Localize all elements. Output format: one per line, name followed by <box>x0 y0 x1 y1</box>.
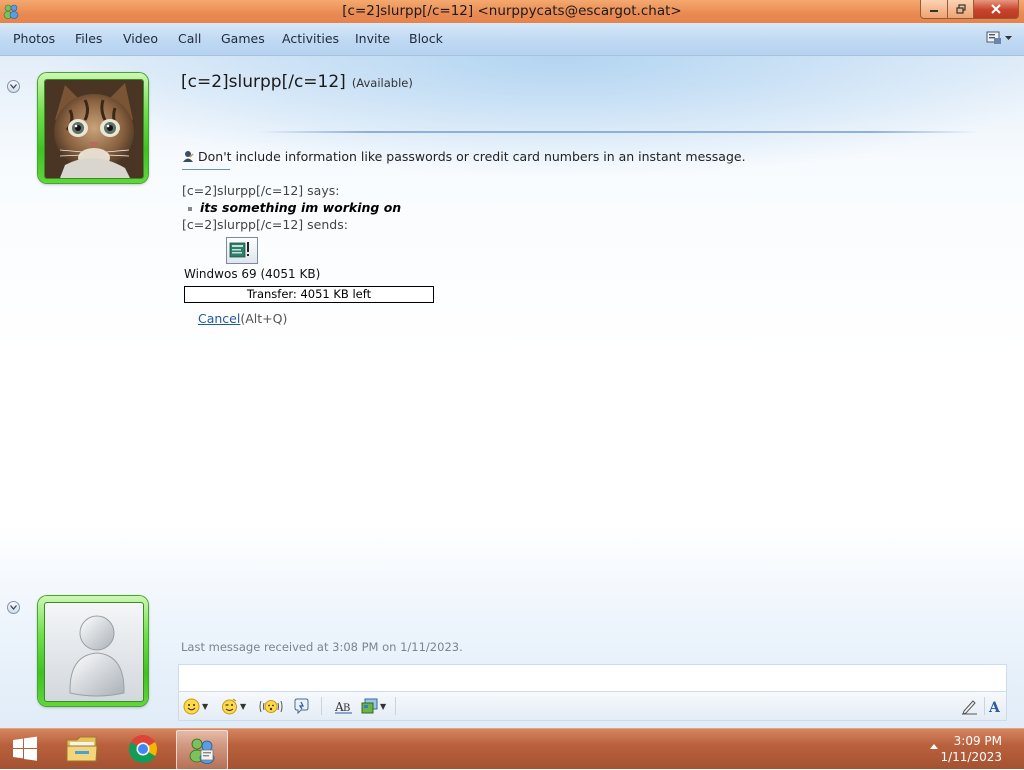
background-icon <box>361 698 378 713</box>
wink-icon <box>222 698 237 714</box>
show-menu-button[interactable] <box>986 31 1012 45</box>
restore-button[interactable] <box>948 0 974 19</box>
cancel-shortcut: (Alt+Q) <box>240 311 288 326</box>
voice-clip-icon <box>294 698 309 714</box>
menu-bar: Photos Files Video Call Games Activities… <box>0 23 1024 56</box>
messenger-icon <box>189 738 215 764</box>
handwriting-icon <box>962 699 977 715</box>
clock-time: 3:09 PM <box>953 734 1002 748</box>
title-bar[interactable]: [c=2]slurpp[/c=12] <nurppycats@escargot.… <box>0 0 1024 23</box>
message-body: its something im working on <box>200 200 402 215</box>
folder-icon <box>66 736 98 762</box>
minimize-button[interactable] <box>920 0 948 19</box>
windows-logo-icon <box>13 736 37 761</box>
svg-text:A: A <box>988 700 1001 715</box>
header-divider <box>258 131 978 133</box>
file-thumbnail-icon <box>229 242 249 258</box>
clock-date: 1/11/2023 <box>940 750 1002 764</box>
chevron-down-icon <box>10 605 17 610</box>
toolbar-separator <box>321 697 322 715</box>
file-sender-label: [c=2]slurpp[/c=12] sends: <box>182 217 348 232</box>
cancel-link[interactable]: Cancel <box>198 311 240 326</box>
file-icon[interactable] <box>226 237 258 264</box>
window-title: [c=2]slurpp[/c=12] <nurppycats@escargot.… <box>342 3 682 19</box>
chevron-down-icon <box>10 84 17 89</box>
handwriting-button[interactable] <box>961 696 978 716</box>
nudge-button[interactable] <box>259 696 283 716</box>
default-user-icon <box>69 615 125 697</box>
contact-avatar-image <box>44 79 144 179</box>
chevron-down-icon: ▼ <box>202 701 209 711</box>
menu-invite[interactable]: Invite <box>355 31 390 46</box>
start-button[interactable] <box>0 730 50 768</box>
text-format-button[interactable]: A <box>988 696 1003 716</box>
emoticons-button[interactable]: ▼ <box>183 696 208 716</box>
warning-person-icon <box>183 151 194 162</box>
file-explorer-button[interactable] <box>55 730 109 768</box>
message-input[interactable] <box>178 664 1007 692</box>
contact-name: [c=2]slurpp[/c=12] <box>181 72 346 92</box>
chevron-down-icon: ▼ <box>240 701 247 711</box>
messenger-taskbar-button[interactable] <box>176 730 228 770</box>
toolbar-separator <box>395 697 396 715</box>
chrome-icon <box>129 735 157 763</box>
svg-text:B: B <box>343 703 350 714</box>
compose-toolbar: ▼ ▼ A B ▼ A <box>178 691 1007 721</box>
menu-icon <box>986 31 1001 44</box>
message-text: its something im working on <box>188 200 401 215</box>
contact-status: (Available) <box>351 76 413 90</box>
smiley-icon <box>183 698 200 714</box>
file-name: Windwos 69 (4051 KB) <box>184 267 321 281</box>
security-warning: Don't include information like passwords… <box>182 149 746 164</box>
taskbar: 3:09 PM 1/11/2023 <box>0 728 1024 770</box>
chevron-down-icon <box>1005 35 1012 40</box>
show-hidden-icons-button[interactable] <box>930 744 938 749</box>
voice-clip-button[interactable] <box>293 696 310 716</box>
warning-text: Don't include information like passwords… <box>198 149 746 164</box>
winks-button[interactable]: ▼ <box>221 696 246 716</box>
my-avatar[interactable] <box>38 596 148 706</box>
message-sender-label: [c=2]slurpp[/c=12] says: <box>182 183 340 198</box>
contact-header: [c=2]slurpp[/c=12] (Available) <box>181 72 413 92</box>
restore-icon <box>955 4 966 14</box>
message-bullet <box>188 206 192 211</box>
menu-video[interactable]: Video <box>123 31 158 46</box>
minimize-icon <box>930 10 938 12</box>
chrome-button[interactable] <box>116 730 170 768</box>
chevron-down-icon: ▼ <box>380 701 387 711</box>
my-avatar-image <box>44 602 144 702</box>
menu-files[interactable]: Files <box>75 31 102 46</box>
text-format-icon: A <box>988 700 1001 715</box>
last-message-info: Last message received at 3:08 PM on 1/11… <box>181 640 463 654</box>
toolbar-separator <box>984 697 985 715</box>
menu-photos[interactable]: Photos <box>13 31 55 46</box>
menu-activities[interactable]: Activities <box>282 31 339 46</box>
close-button[interactable] <box>974 0 1019 19</box>
my-picture-collapse-button[interactable] <box>7 601 20 614</box>
menu-games[interactable]: Games <box>221 31 265 46</box>
contact-picture-collapse-button[interactable] <box>7 80 20 93</box>
cancel-transfer: Cancel(Alt+Q) <box>198 311 287 326</box>
menu-call[interactable]: Call <box>178 31 201 46</box>
nudge-icon <box>259 699 283 713</box>
background-button[interactable]: ▼ <box>361 696 386 716</box>
menu-block[interactable]: Block <box>409 31 443 46</box>
warning-divider <box>182 169 230 170</box>
font-button[interactable]: A B <box>334 696 354 716</box>
system-clock[interactable]: 3:09 PM 1/11/2023 <box>940 733 1002 765</box>
contact-avatar[interactable] <box>38 73 148 183</box>
close-icon <box>991 4 1001 14</box>
kitten-photo <box>45 80 143 178</box>
font-icon: A B <box>334 700 352 714</box>
transfer-progress: Transfer: 4051 KB left <box>184 286 434 303</box>
